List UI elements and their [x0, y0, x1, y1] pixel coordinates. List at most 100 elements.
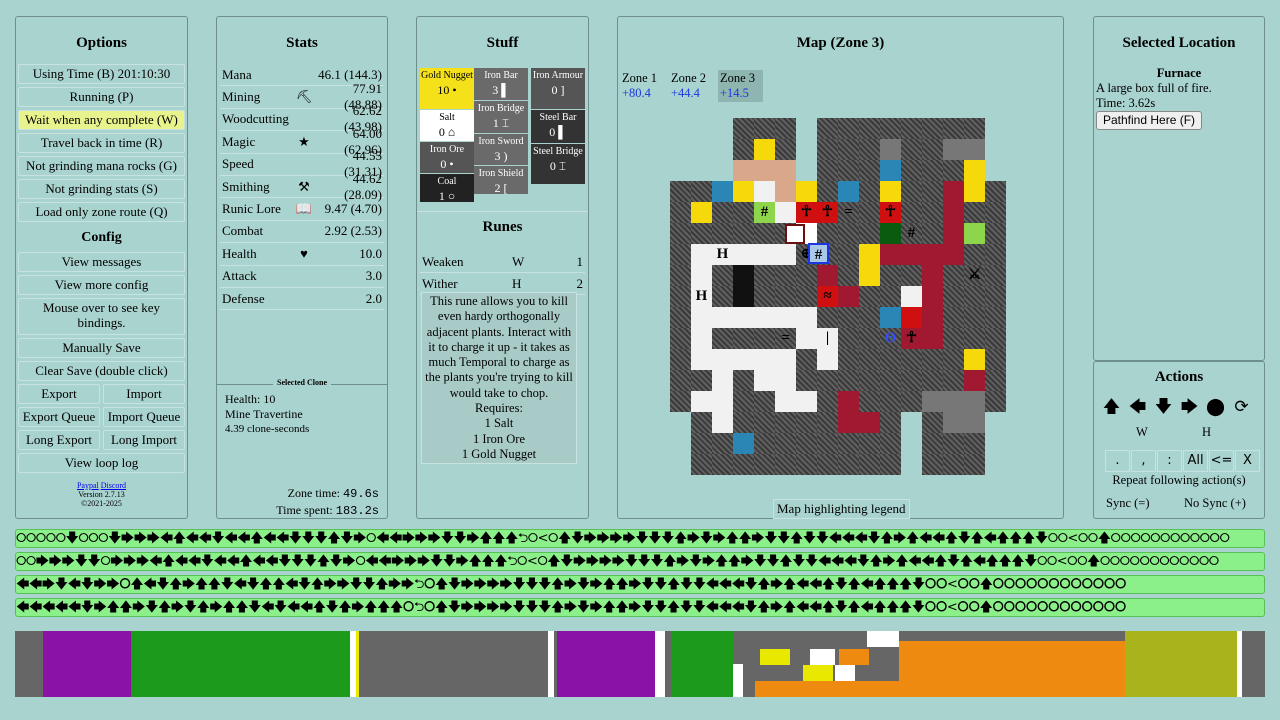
map-wall-cell[interactable]: [733, 118, 754, 139]
sync-button[interactable]: Sync (=): [1106, 496, 1150, 511]
map-wall-cell[interactable]: [859, 370, 880, 391]
export-button[interactable]: Export: [18, 384, 100, 404]
map-wall-cell[interactable]: [796, 370, 817, 391]
map-feature-cell[interactable]: [859, 265, 880, 286]
map-wall-cell[interactable]: [670, 202, 691, 223]
import-queue-button[interactable]: Import Queue: [103, 407, 185, 427]
map-wall-cell[interactable]: [670, 328, 691, 349]
map-wall-cell[interactable]: [754, 118, 775, 139]
map-feature-cell[interactable]: [943, 244, 964, 265]
map-feature-cell[interactable]: [964, 160, 985, 181]
map-wall-cell[interactable]: [712, 202, 733, 223]
interact-circle-button[interactable]: ⬤: [1204, 396, 1227, 419]
map-feature-cell[interactable]: [880, 139, 901, 160]
map-wall-cell[interactable]: [775, 118, 796, 139]
map-wall-cell[interactable]: [880, 286, 901, 307]
map-wall-cell[interactable]: [796, 412, 817, 433]
repeat-button[interactable]: Repeat following action(s): [1094, 473, 1264, 488]
map-wall-cell[interactable]: [943, 454, 964, 475]
map-wall-cell[interactable]: [943, 370, 964, 391]
map-wall-cell[interactable]: [943, 349, 964, 370]
map-path-cell[interactable]: [754, 370, 775, 391]
map-path-cell[interactable]: [775, 391, 796, 412]
map-feature-cell[interactable]: [943, 223, 964, 244]
repeat-loop-button[interactable]: ⟳: [1230, 396, 1253, 419]
map-wall-cell[interactable]: [880, 370, 901, 391]
pathfind-button[interactable]: Pathfind Here (F): [1096, 111, 1203, 130]
map-wall-cell[interactable]: [817, 412, 838, 433]
map-wall-cell[interactable]: [901, 139, 922, 160]
map-wall-cell[interactable]: [775, 412, 796, 433]
map-feature-cell[interactable]: [880, 307, 901, 328]
map-path-cell[interactable]: [712, 391, 733, 412]
import-button[interactable]: Import: [103, 384, 185, 404]
map-wall-cell[interactable]: [817, 454, 838, 475]
map-wall-cell[interactable]: [985, 328, 1006, 349]
map-path-cell[interactable]: [712, 307, 733, 328]
view-more-config-button[interactable]: View more config: [18, 275, 185, 295]
map-legend-button[interactable]: Map highlighting legend: [773, 499, 910, 519]
map-wall-cell[interactable]: [670, 307, 691, 328]
map-path-cell[interactable]: [754, 244, 775, 265]
map-feature-cell[interactable]: [964, 223, 985, 244]
rune-weaken[interactable]: Weaken W 1: [420, 251, 585, 273]
map-wall-cell[interactable]: [838, 328, 859, 349]
map-path-cell[interactable]: [754, 307, 775, 328]
map-wall-cell[interactable]: [733, 454, 754, 475]
map-path-cell[interactable]: [691, 307, 712, 328]
map-path-cell[interactable]: [775, 349, 796, 370]
map-wall-cell[interactable]: [775, 139, 796, 160]
map-wall-cell[interactable]: [964, 202, 985, 223]
clone-queue-4[interactable]: 🡄🡄🡄🡄🡄🡇🡆🡅🡅🡆🡇🡅🡆🡇🡅🡆🡅🡅🡇🡄🡇🡄🡄🡅🡇🡅🡆🡅🡅🡅⭘⮌⭘🡅🡇🡆🡆🡆🡆🡇…: [15, 598, 1265, 617]
map-feature-cell[interactable]: [796, 181, 817, 202]
zone-map[interactable]: # ☥ ☥ = ☥ # H H ⊕ ≈ ⚔ = | Θ ☥ #: [670, 118, 1008, 475]
map-path-cell[interactable]: [733, 307, 754, 328]
map-wall-cell[interactable]: [859, 223, 880, 244]
map-wall-cell[interactable]: [880, 349, 901, 370]
item-iron-bar[interactable]: Iron Bar 3 ▌: [474, 68, 528, 100]
map-wall-cell[interactable]: [670, 391, 691, 412]
dot-button[interactable]: .: [1105, 450, 1130, 472]
map-feature-cell[interactable]: [733, 265, 754, 286]
map-path-cell[interactable]: [691, 391, 712, 412]
map-feature-cell[interactable]: [943, 202, 964, 223]
map-wall-cell[interactable]: [880, 454, 901, 475]
map-wall-cell[interactable]: [964, 328, 985, 349]
map-path-cell[interactable]: [733, 349, 754, 370]
map-wall-cell[interactable]: [796, 454, 817, 475]
map-wall-cell[interactable]: [985, 370, 1006, 391]
zone-tab-1[interactable]: Zone 1 +80.4: [620, 70, 669, 102]
map-wall-cell[interactable]: [817, 181, 838, 202]
map-wall-cell[interactable]: [838, 139, 859, 160]
map-wall-cell[interactable]: [817, 307, 838, 328]
map-wall-cell[interactable]: [733, 370, 754, 391]
map-wall-cell[interactable]: [733, 328, 754, 349]
clear-save-button[interactable]: Clear Save (double click): [18, 361, 185, 381]
map-path-cell[interactable]: [754, 181, 775, 202]
map-feature-cell[interactable]: [964, 391, 985, 412]
map-wall-cell[interactable]: [964, 118, 985, 139]
map-wall-cell[interactable]: [754, 223, 775, 244]
map-feature-cell[interactable]: [964, 139, 985, 160]
map-feature-cell[interactable]: [733, 433, 754, 454]
map-wall-cell[interactable]: [670, 223, 691, 244]
all-button[interactable]: All: [1183, 450, 1208, 472]
map-wall-cell[interactable]: [985, 181, 1006, 202]
map-feature-cell[interactable]: [964, 181, 985, 202]
map-wall-cell[interactable]: [670, 181, 691, 202]
map-path-cell[interactable]: [796, 391, 817, 412]
zone-tab-2[interactable]: Zone 2 +44.4: [669, 70, 718, 102]
map-wall-cell[interactable]: [775, 265, 796, 286]
map-wall-cell[interactable]: [859, 118, 880, 139]
map-feature-cell[interactable]: [775, 181, 796, 202]
map-wall-cell[interactable]: [817, 223, 838, 244]
zone-route-option[interactable]: Load only zone route (Q): [18, 202, 185, 222]
map-path-cell[interactable]: [796, 307, 817, 328]
item-iron-ore[interactable]: Iron Ore 0 •: [420, 142, 474, 173]
map-wall-cell[interactable]: [733, 412, 754, 433]
paypal-link[interactable]: Paypal: [77, 481, 99, 490]
map-wall-cell[interactable]: [691, 454, 712, 475]
map-wall-cell[interactable]: [922, 139, 943, 160]
clone-queue-2[interactable]: ⭘⭘🡆🡆🡆🡇🡇⭘🡆🡆🡆🡄🡅🡄🡄🡇🡄🡄🡅🡄🡄🡇🡇🡇🡅🡇🡆⭘🡄🡄🡆🡆🡆🡇🡇🡆🡅🡅🡅⮌…: [15, 552, 1265, 571]
map-feature-cell[interactable]: [880, 244, 901, 265]
